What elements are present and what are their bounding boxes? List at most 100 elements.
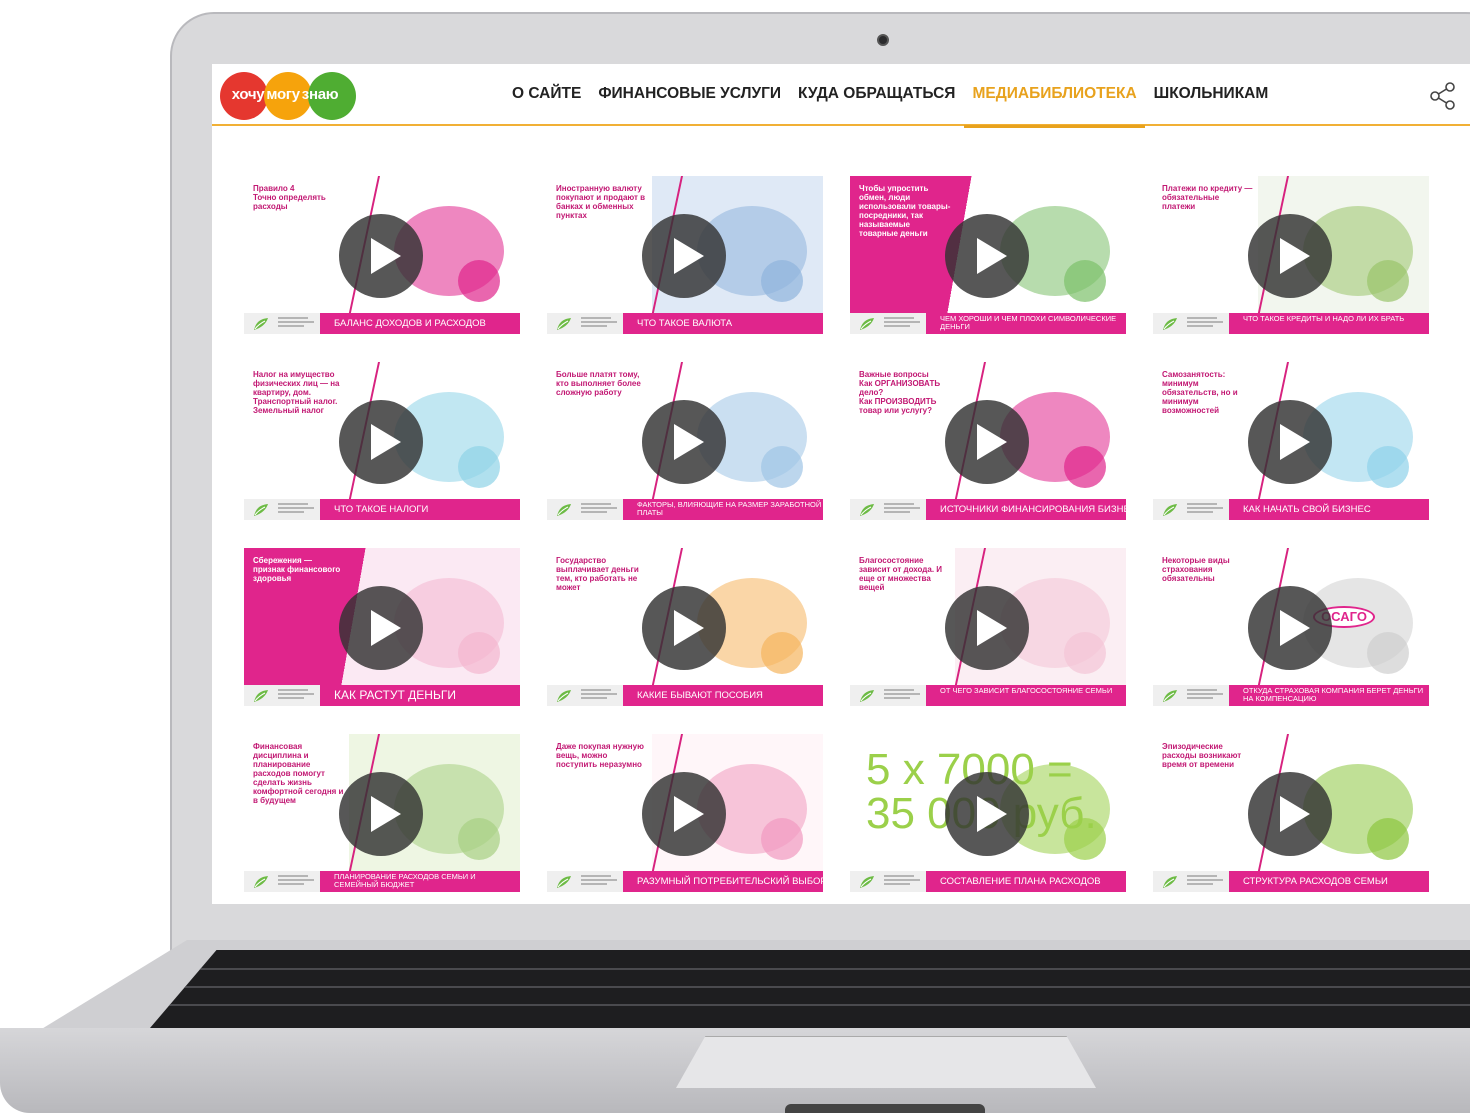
play-button[interactable] <box>339 400 423 484</box>
thumbnail-caption: Государство выплачивает деньги тем, кто … <box>556 556 639 592</box>
thumbnail-illustration <box>761 632 803 674</box>
video-card[interactable]: Больше платят тому, кто выполняет более … <box>547 362 823 520</box>
video-title[interactable]: ПЛАНИРОВАНИЕ РАСХОДОВ СЕМЬИ И СЕМЕЙНЫЙ Б… <box>320 871 520 892</box>
thumbnail-caption: Даже покупая нужную вещь, можно поступит… <box>556 742 644 769</box>
video-title[interactable]: КАК НАЧАТЬ СВОЙ БИЗНЕС <box>1229 499 1429 520</box>
nav-financial-services[interactable]: ФИНАНСОВЫЕ УСЛУГИ <box>598 64 781 126</box>
thumbnail-illustration <box>1367 632 1409 674</box>
video-title[interactable]: СТРУКТУРА РАСХОДОВ СЕМЬИ <box>1229 871 1429 892</box>
play-button[interactable] <box>945 586 1029 670</box>
play-button[interactable] <box>642 586 726 670</box>
thumbnail-illustration <box>761 446 803 488</box>
video-card[interactable]: Правило 4 Точно определять расходы БАЛАНС… <box>244 176 520 334</box>
leaf-logo-icon <box>860 504 874 516</box>
video-title[interactable]: ЧТО ТАКОЕ КРЕДИТЫ И НАДО ЛИ ИХ БРАТЬ <box>1229 313 1429 334</box>
video-title[interactable]: ЧТО ТАКОЕ НАЛОГИ <box>320 499 520 520</box>
leaf-logo-icon <box>254 504 268 516</box>
video-title[interactable]: БАЛАНС ДОХОДОВ И РАСХОДОВ <box>320 313 520 334</box>
logo-text: хочу могу знаю <box>231 86 339 103</box>
nav-where-to-apply[interactable]: КУДА ОБРАЩАТЬСЯ <box>798 64 955 126</box>
site-logo[interactable]: хочу могу знаю <box>220 72 356 120</box>
thumbnail-caption: Благосостояние зависит от дохода. И еще … <box>859 556 943 592</box>
partner-logo <box>581 875 617 888</box>
video-title[interactable]: ЧТО ТАКОЕ ВАЛЮТА <box>623 313 823 334</box>
play-button[interactable] <box>945 772 1029 856</box>
nav-media-library[interactable]: МЕДИАБИБЛИОТЕКА <box>964 64 1145 128</box>
thumbnail-illustration <box>1064 446 1106 488</box>
laptop-mockup: хочу могу знаю О САЙТЕ ФИНАНСОВЫЕ УСЛУГИ К… <box>0 0 1470 1113</box>
thumbnail-caption: Самозанятость: минимум обязательств, но … <box>1162 370 1238 415</box>
play-button[interactable] <box>1248 400 1332 484</box>
thumbnail-caption: Некоторые виды страхования обязательны <box>1162 556 1230 583</box>
play-button[interactable] <box>339 772 423 856</box>
thumbnail-caption: Чтобы упростить обмен, люди использовали… <box>859 184 951 238</box>
play-button[interactable] <box>642 400 726 484</box>
thumbnail-illustration <box>1367 260 1409 302</box>
partner-logo <box>278 317 314 330</box>
video-title[interactable]: ИСТОЧНИКИ ФИНАНСИРОВАНИЯ БИЗНЕСА <box>926 499 1126 520</box>
partner-logo <box>884 503 920 516</box>
video-title[interactable]: СОСТАВЛЕНИЕ ПЛАНА РАСХОДОВ <box>926 871 1126 892</box>
video-card[interactable]: Чтобы упростить обмен, люди использовали… <box>850 176 1126 334</box>
thumbnail-caption: Налог на имущество физических лиц — на к… <box>253 370 340 415</box>
thumbnail-illustration <box>1064 260 1106 302</box>
video-card[interactable]: Государство выплачивает деньги тем, кто … <box>547 548 823 706</box>
partner-logo <box>278 875 314 888</box>
leaf-logo-icon <box>557 690 571 702</box>
partner-logo <box>581 503 617 516</box>
play-button[interactable] <box>945 400 1029 484</box>
keyboard <box>150 950 1470 1028</box>
partner-logo <box>278 503 314 516</box>
video-title[interactable]: ОТКУДА СТРАХОВАЯ КОМПАНИЯ БЕРЕТ ДЕНЬГИ Н… <box>1229 685 1429 706</box>
thumbnail-caption: Эпизодические расходы возникают время от… <box>1162 742 1242 769</box>
thumbnail-caption: Правило 4 Точно определять расходы <box>253 184 326 211</box>
thumbnail-caption: Платежи по кредиту — обязательные платеж… <box>1162 184 1253 211</box>
video-card[interactable]: Иностранную валюту покупают и продают в … <box>547 176 823 334</box>
leaf-logo-icon <box>254 690 268 702</box>
video-card[interactable]: Эпизодические расходы возникают время от… <box>1153 734 1429 892</box>
play-button[interactable] <box>1248 772 1332 856</box>
play-button[interactable] <box>642 214 726 298</box>
video-card[interactable]: 5 x 7000 = 35 000 руб.СОСТАВЛЕНИЕ ПЛАНА … <box>850 734 1126 892</box>
play-button[interactable] <box>642 772 726 856</box>
video-card[interactable]: Благосостояние зависит от дохода. И еще … <box>850 548 1126 706</box>
video-card[interactable]: Сбережения — признак финансового здоровь… <box>244 548 520 706</box>
video-card[interactable]: Финансовая дисциплина и планирование рас… <box>244 734 520 892</box>
thumbnail-caption: Больше платят тому, кто выполняет более … <box>556 370 641 397</box>
thumbnail-caption: Сбережения — признак финансового здоровь… <box>253 556 341 583</box>
video-title[interactable]: КАКИЕ БЫВАЮТ ПОСОБИЯ <box>623 685 823 706</box>
thumbnail-illustration <box>458 818 500 860</box>
partner-logo <box>1187 503 1223 516</box>
video-card[interactable]: Платежи по кредиту — обязательные платеж… <box>1153 176 1429 334</box>
play-button[interactable] <box>339 586 423 670</box>
leaf-logo-icon <box>1163 504 1177 516</box>
play-button[interactable] <box>339 214 423 298</box>
leaf-logo-icon <box>557 318 571 330</box>
video-card[interactable]: Некоторые виды страхования обязательны ОС… <box>1153 548 1429 706</box>
leaf-logo-icon <box>860 690 874 702</box>
play-button[interactable] <box>1248 586 1332 670</box>
thumbnail-caption: Финансовая дисциплина и планирование рас… <box>253 742 344 805</box>
share-icon[interactable] <box>1428 81 1458 111</box>
partner-logo <box>884 317 920 330</box>
video-card[interactable]: Самозанятость: минимум обязательств, но … <box>1153 362 1429 520</box>
video-title[interactable]: ОТ ЧЕГО ЗАВИСИТ БЛАГОСОСТОЯНИЕ СЕМЬИ <box>926 685 1126 706</box>
browser-screen: хочу могу знаю О САЙТЕ ФИНАНСОВЫЕ УСЛУГИ К… <box>212 64 1470 904</box>
leaf-logo-icon <box>1163 318 1177 330</box>
video-title[interactable]: ЧЕМ ХОРОШИ И ЧЕМ ПЛОХИ СИМВОЛИЧЕСКИЕ ДЕН… <box>926 313 1126 334</box>
play-button[interactable] <box>1248 214 1332 298</box>
nav-for-schoolchildren[interactable]: ШКОЛЬНИКАМ <box>1154 64 1269 126</box>
video-card[interactable]: Налог на имущество физических лиц — на к… <box>244 362 520 520</box>
thumbnail-illustration <box>1064 632 1106 674</box>
nav-about[interactable]: О САЙТЕ <box>512 64 581 126</box>
thumbnail-illustration <box>761 818 803 860</box>
video-title[interactable]: РАЗУМНЫЙ ПОТРЕБИТЕЛЬСКИЙ ВЫБОР <box>623 871 823 892</box>
play-button[interactable] <box>945 214 1029 298</box>
thumbnail-illustration <box>1367 818 1409 860</box>
video-title[interactable]: ФАКТОРЫ, ВЛИЯЮЩИЕ НА РАЗМЕР ЗАРАБОТНОЙ П… <box>623 499 823 520</box>
partner-logo <box>884 689 920 702</box>
video-card[interactable]: Даже покупая нужную вещь, можно поступит… <box>547 734 823 892</box>
video-title[interactable]: КАК РАСТУТ ДЕНЬГИ <box>320 685 520 706</box>
video-card[interactable]: Важные вопросы Как ОРГАНИЗОВАТЬ дело? Ка… <box>850 362 1126 520</box>
laptop-notch <box>785 1104 985 1113</box>
